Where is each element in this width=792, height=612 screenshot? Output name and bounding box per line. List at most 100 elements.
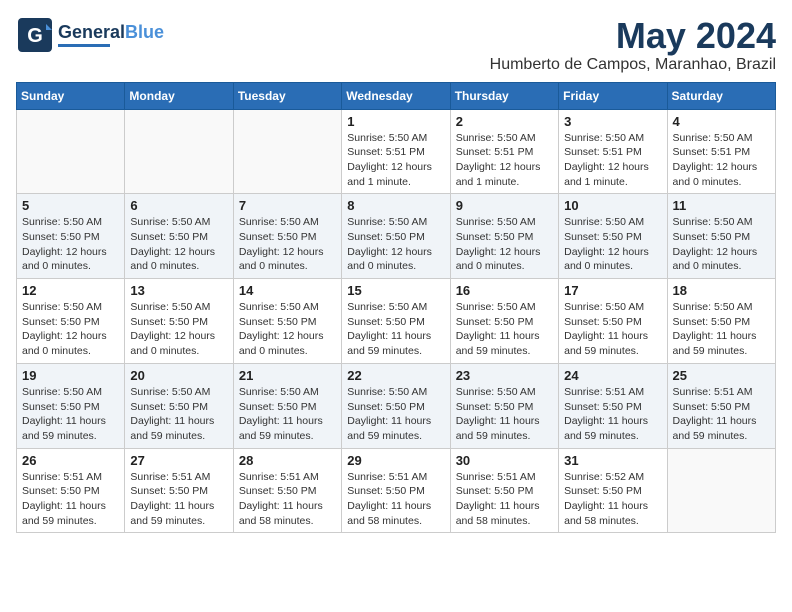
day-info: Sunrise: 5:51 AM Sunset: 5:50 PM Dayligh… <box>673 385 770 444</box>
day-number: 6 <box>130 198 227 213</box>
calendar-cell: 14 Sunrise: 5:50 AM Sunset: 5:50 PM Dayli… <box>233 279 341 364</box>
day-info: Sunrise: 5:50 AM Sunset: 5:50 PM Dayligh… <box>130 300 227 359</box>
day-number: 27 <box>130 453 227 468</box>
day-info: Sunrise: 5:51 AM Sunset: 5:50 PM Dayligh… <box>130 470 227 529</box>
day-number: 15 <box>347 283 444 298</box>
day-info: Sunrise: 5:50 AM Sunset: 5:50 PM Dayligh… <box>130 215 227 274</box>
calendar-cell: 22 Sunrise: 5:50 AM Sunset: 5:50 PM Dayli… <box>342 363 450 448</box>
calendar-cell: 9 Sunrise: 5:50 AM Sunset: 5:50 PM Daylig… <box>450 194 558 279</box>
calendar-week-row: 12Sunrise: 5:50 AM Sunset: 5:50 PM Dayli… <box>17 279 776 364</box>
day-info: Sunrise: 5:50 AM Sunset: 5:50 PM Dayligh… <box>347 385 444 444</box>
day-number: 29 <box>347 453 444 468</box>
day-info: Sunrise: 5:50 AM Sunset: 5:51 PM Dayligh… <box>673 131 770 190</box>
day-info: Sunrise: 5:50 AM Sunset: 5:50 PM Dayligh… <box>22 385 119 444</box>
calendar-cell <box>233 109 341 194</box>
calendar-header-thursday: Thursday <box>450 82 558 109</box>
day-info: Sunrise: 5:50 AM Sunset: 5:50 PM Dayligh… <box>673 215 770 274</box>
day-number: 4 <box>673 114 770 129</box>
location-title: Humberto de Campos, Maranhao, Brazil <box>490 56 776 74</box>
logo: G GeneralBlue <box>16 16 164 54</box>
day-info: Sunrise: 5:50 AM Sunset: 5:50 PM Dayligh… <box>22 215 119 274</box>
day-number: 25 <box>673 368 770 383</box>
calendar-cell: 30Sunrise: 5:51 AM Sunset: 5:50 PM Dayli… <box>450 448 558 533</box>
day-number: 14 <box>239 283 336 298</box>
calendar-cell: 28Sunrise: 5:51 AM Sunset: 5:50 PM Dayli… <box>233 448 341 533</box>
day-number: 10 <box>564 198 661 213</box>
calendar-cell: 25 Sunrise: 5:51 AM Sunset: 5:50 PM Dayli… <box>667 363 775 448</box>
calendar-cell: 23Sunrise: 5:50 AM Sunset: 5:50 PM Dayli… <box>450 363 558 448</box>
calendar-cell: 11 Sunrise: 5:50 AM Sunset: 5:50 PM Dayli… <box>667 194 775 279</box>
calendar-cell <box>667 448 775 533</box>
calendar-cell: 3Sunrise: 5:50 AM Sunset: 5:51 PM Daylig… <box>559 109 667 194</box>
header: G GeneralBlue May 2024 Humberto de Campo… <box>16 16 776 74</box>
calendar-cell: 13 Sunrise: 5:50 AM Sunset: 5:50 PM Dayli… <box>125 279 233 364</box>
day-info: Sunrise: 5:51 AM Sunset: 5:50 PM Dayligh… <box>347 470 444 529</box>
day-number: 11 <box>673 198 770 213</box>
calendar-cell <box>125 109 233 194</box>
day-info: Sunrise: 5:50 AM Sunset: 5:50 PM Dayligh… <box>564 300 661 359</box>
calendar-cell: 24 Sunrise: 5:51 AM Sunset: 5:50 PM Dayli… <box>559 363 667 448</box>
calendar-cell: 18 Sunrise: 5:50 AM Sunset: 5:50 PM Dayli… <box>667 279 775 364</box>
day-number: 18 <box>673 283 770 298</box>
calendar-cell: 27 Sunrise: 5:51 AM Sunset: 5:50 PM Dayli… <box>125 448 233 533</box>
day-number: 16 <box>456 283 553 298</box>
day-number: 22 <box>347 368 444 383</box>
calendar-cell: 15Sunrise: 5:50 AM Sunset: 5:50 PM Dayli… <box>342 279 450 364</box>
month-title: May 2024 <box>490 16 776 56</box>
day-number: 13 <box>130 283 227 298</box>
calendar-cell: 21Sunrise: 5:50 AM Sunset: 5:50 PM Dayli… <box>233 363 341 448</box>
day-number: 1 <box>347 114 444 129</box>
calendar-cell: 6 Sunrise: 5:50 AM Sunset: 5:50 PM Daylig… <box>125 194 233 279</box>
day-number: 19 <box>22 368 119 383</box>
day-info: Sunrise: 5:50 AM Sunset: 5:50 PM Dayligh… <box>347 215 444 274</box>
day-info: Sunrise: 5:50 AM Sunset: 5:50 PM Dayligh… <box>239 300 336 359</box>
calendar-table: SundayMondayTuesdayWednesdayThursdayFrid… <box>16 82 776 534</box>
calendar-header-monday: Monday <box>125 82 233 109</box>
day-info: Sunrise: 5:50 AM Sunset: 5:50 PM Dayligh… <box>456 300 553 359</box>
calendar-cell: 16 Sunrise: 5:50 AM Sunset: 5:50 PM Dayli… <box>450 279 558 364</box>
day-number: 9 <box>456 198 553 213</box>
calendar-header-sunday: Sunday <box>17 82 125 109</box>
svg-text:G: G <box>27 25 43 47</box>
day-number: 2 <box>456 114 553 129</box>
day-info: Sunrise: 5:50 AM Sunset: 5:50 PM Dayligh… <box>456 215 553 274</box>
calendar-header-row: SundayMondayTuesdayWednesdayThursdayFrid… <box>17 82 776 109</box>
day-number: 17 <box>564 283 661 298</box>
day-number: 21 <box>239 368 336 383</box>
calendar-cell: 12Sunrise: 5:50 AM Sunset: 5:50 PM Dayli… <box>17 279 125 364</box>
calendar-header-friday: Friday <box>559 82 667 109</box>
title-area: May 2024 Humberto de Campos, Maranhao, B… <box>490 16 776 74</box>
calendar-week-row: 19 Sunrise: 5:50 AM Sunset: 5:50 PM Dayli… <box>17 363 776 448</box>
day-number: 5 <box>22 198 119 213</box>
calendar-cell: 1 Sunrise: 5:50 AM Sunset: 5:51 PM Daylig… <box>342 109 450 194</box>
day-info: Sunrise: 5:51 AM Sunset: 5:50 PM Dayligh… <box>564 385 661 444</box>
day-number: 8 <box>347 198 444 213</box>
calendar-cell: 10Sunrise: 5:50 AM Sunset: 5:50 PM Dayli… <box>559 194 667 279</box>
calendar-cell: 20 Sunrise: 5:50 AM Sunset: 5:50 PM Dayli… <box>125 363 233 448</box>
day-number: 23 <box>456 368 553 383</box>
day-info: Sunrise: 5:52 AM Sunset: 5:50 PM Dayligh… <box>564 470 661 529</box>
day-info: Sunrise: 5:50 AM Sunset: 5:51 PM Dayligh… <box>456 131 553 190</box>
calendar-week-row: 5 Sunrise: 5:50 AM Sunset: 5:50 PM Daylig… <box>17 194 776 279</box>
day-number: 20 <box>130 368 227 383</box>
logo-icon: G <box>16 16 54 54</box>
calendar-cell: 26Sunrise: 5:51 AM Sunset: 5:50 PM Dayli… <box>17 448 125 533</box>
calendar-header-tuesday: Tuesday <box>233 82 341 109</box>
calendar-cell <box>17 109 125 194</box>
day-info: Sunrise: 5:50 AM Sunset: 5:50 PM Dayligh… <box>22 300 119 359</box>
calendar-cell: 29 Sunrise: 5:51 AM Sunset: 5:50 PM Dayli… <box>342 448 450 533</box>
day-info: Sunrise: 5:50 AM Sunset: 5:50 PM Dayligh… <box>673 300 770 359</box>
calendar-cell: 2 Sunrise: 5:50 AM Sunset: 5:51 PM Daylig… <box>450 109 558 194</box>
calendar-cell: 7Sunrise: 5:50 AM Sunset: 5:50 PM Daylig… <box>233 194 341 279</box>
calendar-week-row: 1 Sunrise: 5:50 AM Sunset: 5:51 PM Daylig… <box>17 109 776 194</box>
day-info: Sunrise: 5:50 AM Sunset: 5:50 PM Dayligh… <box>130 385 227 444</box>
day-info: Sunrise: 5:50 AM Sunset: 5:51 PM Dayligh… <box>347 131 444 190</box>
logo-text: GeneralBlue <box>58 23 164 43</box>
calendar-cell: 19 Sunrise: 5:50 AM Sunset: 5:50 PM Dayli… <box>17 363 125 448</box>
day-number: 3 <box>564 114 661 129</box>
day-info: Sunrise: 5:51 AM Sunset: 5:50 PM Dayligh… <box>239 470 336 529</box>
logo-underline <box>58 44 110 47</box>
calendar-week-row: 26Sunrise: 5:51 AM Sunset: 5:50 PM Dayli… <box>17 448 776 533</box>
day-number: 7 <box>239 198 336 213</box>
day-number: 24 <box>564 368 661 383</box>
